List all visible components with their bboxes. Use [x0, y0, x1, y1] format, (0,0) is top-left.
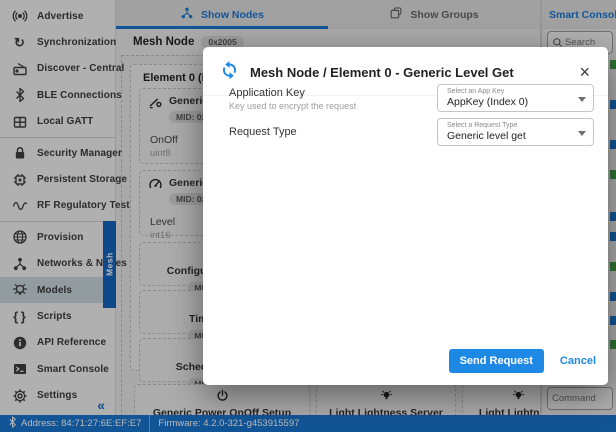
send-request-button[interactable]: Send Request	[449, 349, 544, 373]
request-type-select[interactable]: Select a Request Type Generic level get	[437, 118, 594, 146]
generic-level-get-dialog: Mesh Node / Element 0 - Generic Level Ge…	[203, 47, 608, 385]
chevron-down-icon	[578, 97, 586, 102]
close-icon[interactable]: ×	[577, 63, 592, 81]
cancel-button[interactable]: Cancel	[560, 355, 596, 367]
select-floating-label: Select an App Key	[447, 88, 573, 96]
chevron-down-icon	[578, 131, 586, 136]
sync-request-icon	[219, 59, 240, 85]
app-window: Advertise ↻ Synchronization Discover - C…	[0, 0, 616, 432]
dialog-title: Mesh Node / Element 0 - Generic Level Ge…	[250, 65, 567, 80]
request-type-label: Request Type	[229, 126, 297, 138]
app-key-select[interactable]: Select an App Key AppKey (Index 0)	[437, 84, 594, 112]
select-value: AppKey (Index 0)	[447, 96, 573, 109]
application-key-helper: Key used to encrypt the request	[229, 101, 356, 111]
select-value: Generic level get	[447, 130, 573, 143]
dialog-footer: Send Request Cancel	[449, 349, 596, 373]
application-key-label: Application Key	[229, 87, 305, 99]
select-floating-label: Select a Request Type	[447, 122, 573, 130]
